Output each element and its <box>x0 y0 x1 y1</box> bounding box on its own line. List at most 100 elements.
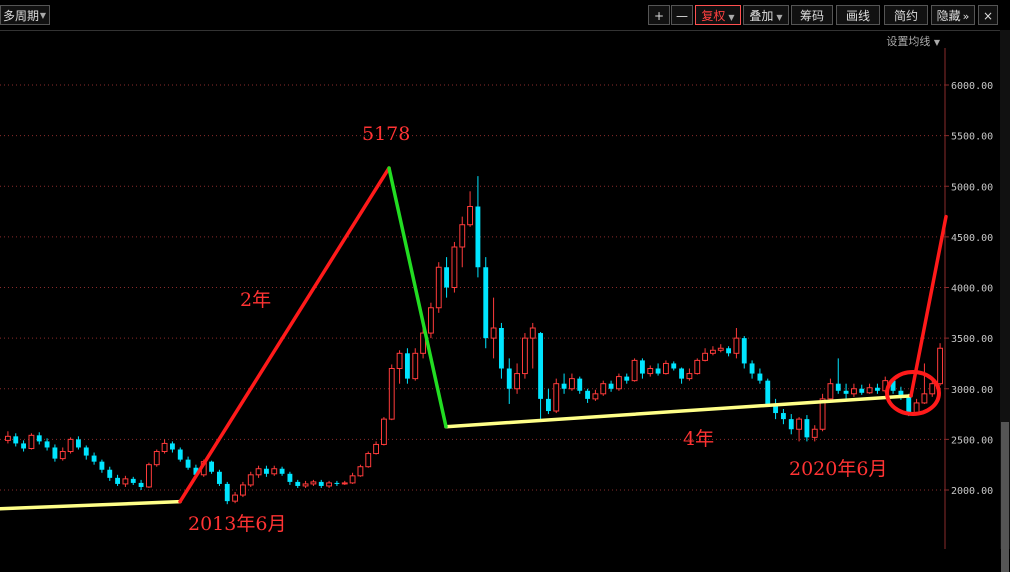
candle-body-down <box>91 455 97 462</box>
candle-body-up <box>733 337 740 354</box>
candle-body-up <box>796 418 803 430</box>
candle-body-down <box>859 388 865 393</box>
annotation-label: 2020年6月 <box>789 458 887 480</box>
candle-body-up <box>600 383 607 395</box>
candle-body-down <box>52 447 58 459</box>
candle-body-up <box>255 468 262 476</box>
vertical-scrollbar[interactable] <box>1000 30 1010 572</box>
annotation-label: 2013年6月 <box>188 513 286 535</box>
candle-body-up <box>145 464 152 488</box>
candle-body-down <box>279 468 285 474</box>
candle-body-down <box>608 383 614 389</box>
candle-body-down <box>765 380 771 404</box>
candle-body-up <box>662 362 669 375</box>
candle-body-up <box>161 442 168 453</box>
candle-body-down <box>906 396 912 414</box>
annotation-label: 4年 <box>683 428 714 450</box>
candle-body-down <box>671 363 677 369</box>
candle-body-down <box>334 482 340 484</box>
candle-body-down <box>216 471 222 484</box>
candle-body-up <box>568 378 575 390</box>
annotation-label: 2年 <box>240 289 271 311</box>
candle-body-down <box>475 206 481 268</box>
candle-body-up <box>4 435 11 441</box>
candle-body-up <box>412 352 419 380</box>
y-tick-label: 4500.00 <box>951 233 993 244</box>
candle-body-down <box>263 468 269 474</box>
candle-body-up <box>310 481 317 485</box>
candle-body-down <box>209 461 215 472</box>
candle-body-down <box>224 483 230 502</box>
candle-body-down <box>130 478 136 483</box>
candle-body-down <box>843 390 849 394</box>
candle-body-down <box>483 267 489 339</box>
candle-body-down <box>788 419 794 430</box>
candle-body-down <box>585 390 591 399</box>
candle-body-up <box>702 352 709 361</box>
candle-body-down <box>83 447 89 456</box>
candle-body-down <box>185 459 191 468</box>
candle-body-down <box>639 360 645 374</box>
candle-body-up <box>427 307 434 334</box>
candle-body-up <box>247 474 254 486</box>
candle-body-up <box>866 387 873 394</box>
candle-body-up <box>553 383 560 412</box>
candle-body-up <box>459 224 466 248</box>
candle-body-down <box>287 473 293 482</box>
candle-body-up <box>514 373 521 390</box>
candle-body-up <box>709 349 716 354</box>
candle-body-down <box>107 469 113 478</box>
candle-body-down <box>444 267 450 288</box>
candle-body-up <box>929 383 936 395</box>
candle-body-down <box>99 461 105 470</box>
candle-body-down <box>138 482 144 487</box>
y-tick-label: 3500.00 <box>951 334 993 345</box>
candle-body-down <box>115 477 121 484</box>
candle-body-up <box>380 418 387 445</box>
y-tick-label: 6000.00 <box>951 81 993 92</box>
candle-body-down <box>757 373 763 381</box>
candle-body-up <box>467 206 474 226</box>
candle-body-up <box>490 327 497 339</box>
candle-body-up <box>647 368 654 375</box>
candle-body-down <box>36 435 42 442</box>
y-tick-label: 3000.00 <box>951 385 993 396</box>
candle-body-up <box>811 428 818 438</box>
candle-body-down <box>624 376 630 381</box>
annotation-label: 5178 <box>362 123 410 145</box>
candle-body-down <box>21 443 27 449</box>
candle-body-down <box>874 387 880 391</box>
candle-body-down <box>75 439 81 448</box>
candle-body-up <box>717 347 724 351</box>
candle-body-up <box>615 376 622 390</box>
candle-body-up <box>686 373 693 380</box>
candle-body-up <box>271 468 278 475</box>
candle-body-down <box>726 348 732 354</box>
candle-body-up <box>326 482 333 487</box>
candle-body-down <box>780 413 786 420</box>
candle-body-down <box>545 398 551 412</box>
candle-body-up <box>239 484 246 496</box>
candle-body-up <box>631 359 638 382</box>
candle-body-up <box>827 383 834 400</box>
scrollbar-thumb[interactable] <box>1001 422 1009 572</box>
candle-body-down <box>835 383 841 391</box>
candle-body-up <box>122 478 129 485</box>
y-tick-label: 5000.00 <box>951 182 993 193</box>
candle-body-down <box>404 353 410 379</box>
candle-body-down <box>538 333 544 399</box>
candle-body-down <box>44 441 50 448</box>
candle-body-up <box>937 347 944 385</box>
candle-body-down <box>13 436 19 444</box>
candle-body-up <box>59 451 66 460</box>
candle-body-down <box>577 378 583 391</box>
candle-body-up <box>302 483 309 487</box>
candle-body-down <box>655 368 661 374</box>
kline-chart[interactable]: 2000.00 2500.00 3000.00 3500.00 4000.00 4500.… <box>0 0 1000 549</box>
candle-body-down <box>295 481 301 486</box>
candle-body-up <box>592 393 599 400</box>
candle-body-up <box>67 438 74 453</box>
candle-body-up <box>850 388 857 395</box>
candle-body-down <box>177 449 183 460</box>
y-tick-label: 5500.00 <box>951 132 993 143</box>
